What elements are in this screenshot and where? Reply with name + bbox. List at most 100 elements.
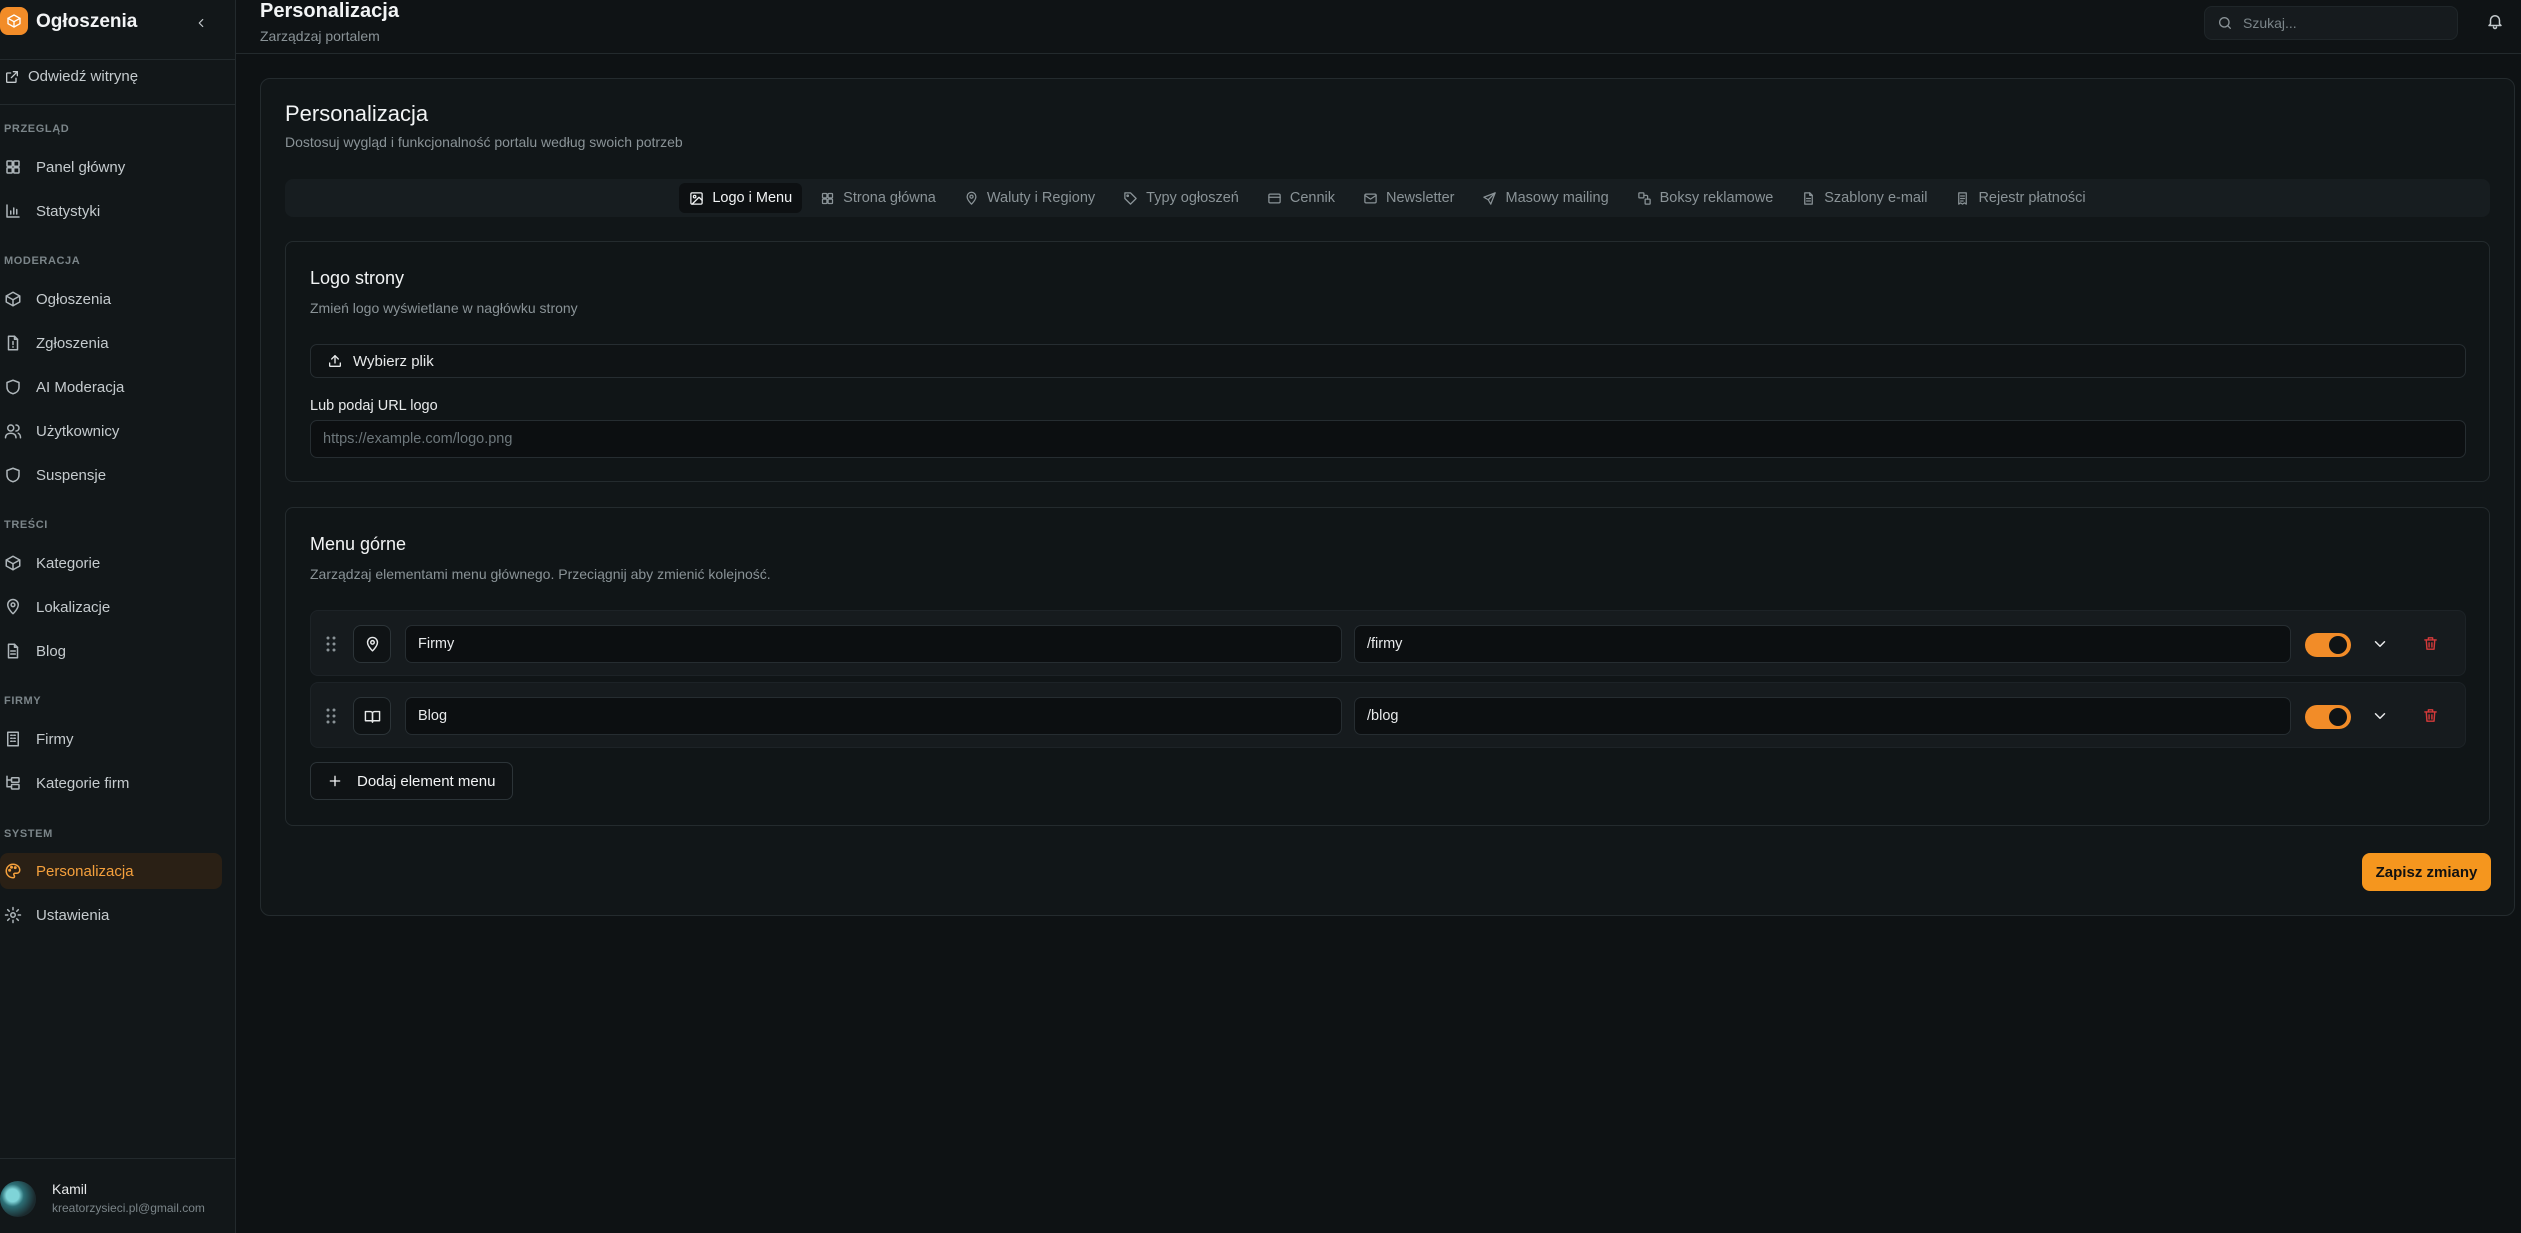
shield-icon <box>6 379 20 395</box>
brand-name: Ogłoszenia <box>36 11 138 32</box>
sidebar-item-kategorie-firm[interactable]: Kategorie firm <box>0 765 222 801</box>
menu-panel-description: Zarządzaj elementami menu głównego. Prze… <box>310 566 771 582</box>
choose-file-button[interactable]: Wybierz plik <box>310 344 2466 378</box>
tab-label: Boksy reklamowe <box>1659 190 1774 206</box>
sidebar-item-label: Personalizacja <box>36 862 134 880</box>
folder-tree-icon <box>6 775 20 790</box>
section-label-firmy: FIRMY <box>4 695 42 707</box>
chevron-down-icon[interactable] <box>2371 635 2389 653</box>
logo-url-input[interactable] <box>310 420 2466 458</box>
palette-icon <box>5 863 21 879</box>
credit-card-icon <box>1268 193 1281 203</box>
bar-chart-icon <box>6 204 20 218</box>
map-pin-icon <box>366 636 378 652</box>
top-header: Personalizacja Zarządzaj portalem <box>236 0 2521 54</box>
menu-item-visibility-toggle[interactable] <box>2305 705 2351 729</box>
drag-handle-icon[interactable] <box>325 707 337 725</box>
sidebar-item-label: Blog <box>36 642 67 660</box>
tab-masowy-mailing[interactable]: Masowy mailing <box>1472 183 1618 213</box>
tab-label: Waluty i Regiony <box>986 190 1096 206</box>
menu-item-url-input[interactable] <box>1354 625 2291 663</box>
brand: Ogłoszenia <box>0 0 236 44</box>
blocks-icon <box>1637 191 1651 205</box>
layout-grid-icon <box>6 160 20 174</box>
search-box[interactable] <box>2204 6 2458 40</box>
avatar <box>0 1181 36 1217</box>
sidebar-item-personalizacja[interactable]: Personalizacja <box>0 853 222 889</box>
sidebar-item-label: Zgłoszenia <box>36 334 109 352</box>
menu-panel-title: Menu górne <box>310 534 407 554</box>
brand-logo-icon[interactable] <box>0 7 28 35</box>
sidebar-item-label: Ogłoszenia <box>36 290 112 308</box>
plus-icon <box>329 775 341 787</box>
sidebar-item-suspensje[interactable]: Suspensje <box>0 457 222 493</box>
menu-item-row <box>310 610 2466 676</box>
tab-cennik[interactable]: Cennik <box>1257 183 1345 213</box>
tab-waluty-i-regiony[interactable]: Waluty i Regiony <box>954 183 1105 213</box>
sidebar-item-label: Statystyki <box>36 202 101 220</box>
logo-panel-description: Zmień logo wyświetlane w nagłówku strony <box>310 300 578 316</box>
visit-site-link[interactable]: Odwiedź witrynę <box>4 68 138 85</box>
menu-item-icon-picker[interactable] <box>353 625 391 663</box>
tab-strona-glowna[interactable]: Strona główna <box>810 183 946 213</box>
sidebar-item-lokalizacje[interactable]: Lokalizacje <box>0 589 222 625</box>
menu-item-label-input[interactable] <box>405 697 1342 735</box>
section-label-system: SYSTEM <box>4 828 53 840</box>
menu-item-url-input[interactable] <box>1354 697 2291 735</box>
user-name: Kamil <box>52 1181 88 1197</box>
gear-icon <box>4 906 22 924</box>
sidebar-item-kategorie[interactable]: Kategorie <box>0 545 222 581</box>
tab-typy-ogloszen[interactable]: Typy ogłoszeń <box>1113 183 1249 213</box>
tab-label: Rejestr płatności <box>1978 190 2086 206</box>
sidebar-item-ustawienia[interactable]: Ustawienia <box>0 897 222 933</box>
tab-boksy-reklamowe[interactable]: Boksy reklamowe <box>1627 183 1784 213</box>
collapse-sidebar-icon[interactable] <box>190 12 212 34</box>
map-pin-icon <box>7 598 19 615</box>
section-label-moderacja: MODERACJA <box>4 255 81 267</box>
package-icon <box>5 555 21 571</box>
sidebar-item-ai-moderacja[interactable]: AI Moderacja <box>0 369 222 405</box>
menu-item-label-input[interactable] <box>405 625 1342 663</box>
external-link-icon <box>5 70 18 83</box>
bell-icon[interactable] <box>2486 12 2506 32</box>
sidebar-item-label: Użytkownicy <box>36 422 120 440</box>
sidebar-item-blog[interactable]: Blog <box>0 633 222 669</box>
sidebar-item-firmy[interactable]: Firmy <box>0 721 222 757</box>
drag-handle-icon[interactable] <box>325 635 337 653</box>
tab-rejestr-platnosci[interactable]: Rejestr płatności <box>1945 183 2095 213</box>
chevron-down-icon[interactable] <box>2371 707 2389 725</box>
sidebar-item-ogloszenia[interactable]: Ogłoszenia <box>0 281 222 317</box>
receipt-icon <box>1958 191 1968 205</box>
divider <box>0 104 236 105</box>
tab-logo-i-menu[interactable]: Logo i Menu <box>679 183 803 213</box>
trash-icon[interactable] <box>2422 707 2439 724</box>
menu-item-icon-picker[interactable] <box>353 697 391 735</box>
sidebar-item-uzytkownicy[interactable]: Użytkownicy <box>0 413 222 449</box>
tab-szablony-e-mail[interactable]: Szablony e-mail <box>1791 183 1937 213</box>
menu-item-visibility-toggle[interactable] <box>2305 633 2351 657</box>
sidebar-item-label: Kategorie <box>36 554 101 572</box>
user-email: kreatorzysieci.pl@gmail.com <box>52 1201 205 1215</box>
image-icon <box>690 191 704 205</box>
add-menu-item-button[interactable]: Dodaj element menu <box>310 762 513 800</box>
tab-label: Strona główna <box>843 190 936 206</box>
sidebar-item-zgloszenia[interactable]: Zgłoszenia <box>0 325 222 361</box>
sidebar-item-statystyki[interactable]: Statystyki <box>0 193 222 229</box>
search-icon <box>2219 17 2231 29</box>
tab-label: Logo i Menu <box>712 190 793 206</box>
trash-icon[interactable] <box>2422 635 2439 652</box>
sidebar-item-panel-glowny[interactable]: Panel główny <box>0 149 222 185</box>
menu-item-row <box>310 682 2466 748</box>
page-title: Personalizacja <box>260 0 399 22</box>
save-changes-button[interactable]: Zapisz zmiany <box>2362 853 2491 891</box>
user-profile[interactable]: Kamil kreatorzysieci.pl@gmail.com <box>0 1158 236 1233</box>
file-text-icon <box>1804 191 1814 205</box>
mail-icon <box>1364 193 1377 203</box>
personalization-card: Personalizacja Dostosuj wygląd i funkcjo… <box>260 78 2515 916</box>
tab-newsletter[interactable]: Newsletter <box>1353 183 1465 213</box>
search-input[interactable] <box>2243 15 2433 31</box>
tabs: Logo i Menu Strona główna Waluty i Regio… <box>285 179 2490 217</box>
book-open-icon <box>364 710 380 723</box>
tab-label: Cennik <box>1289 190 1335 206</box>
logo-panel-title: Logo strony <box>310 268 405 288</box>
